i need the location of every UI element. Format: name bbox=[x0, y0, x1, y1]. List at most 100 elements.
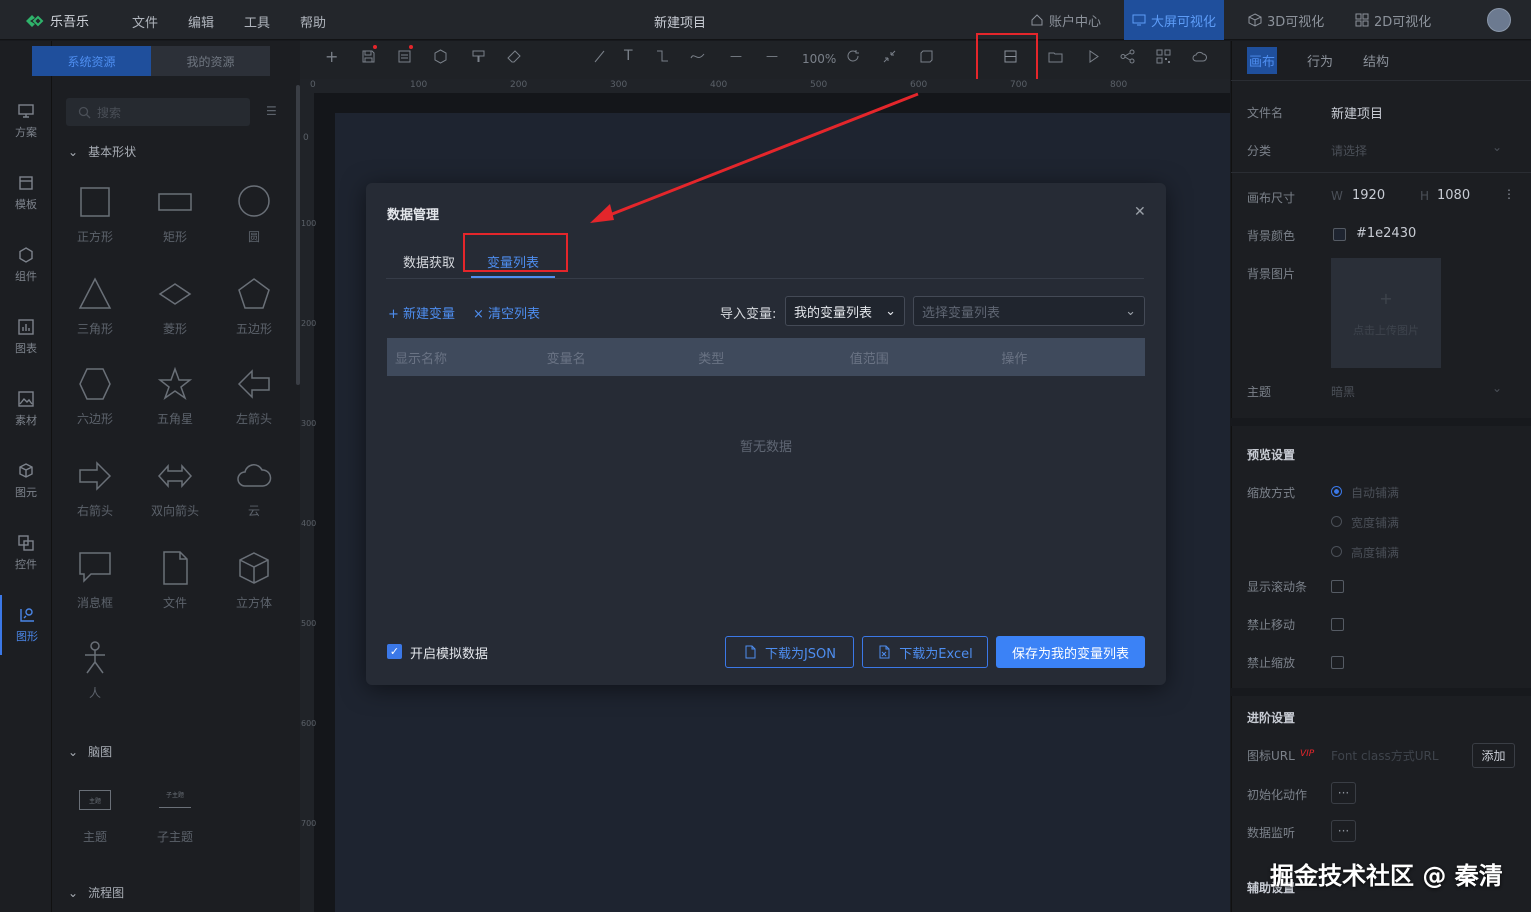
more-vert-icon[interactable]: ⋮ bbox=[1503, 187, 1515, 201]
variable-list-select[interactable]: 选择变量列表 ⌄ bbox=[913, 296, 1145, 326]
show-scrollbar-checkbox[interactable] bbox=[1331, 580, 1344, 593]
shape-triangle[interactable]: 三角形 bbox=[60, 276, 130, 356]
nav-control[interactable]: 控件 bbox=[0, 523, 52, 583]
data-monitor-button[interactable]: ··· bbox=[1331, 820, 1356, 842]
shape-person[interactable]: 人 bbox=[60, 640, 130, 720]
tab-structure[interactable]: 结构 bbox=[1363, 51, 1389, 70]
tab-canvas[interactable]: 画布 bbox=[1247, 47, 1278, 74]
library-search-input[interactable]: 搜索 bbox=[66, 98, 250, 126]
nav-component[interactable]: 组件 bbox=[0, 235, 52, 295]
shape-message[interactable]: 消息框 bbox=[60, 550, 130, 630]
share-icon[interactable] bbox=[1120, 49, 1135, 67]
nav-element[interactable]: 图元 bbox=[0, 451, 52, 511]
bgcolor-value[interactable]: #1e2430 bbox=[1356, 226, 1416, 241]
shape-pentagon[interactable]: 五边形 bbox=[219, 276, 289, 356]
section-basic-shapes[interactable]: ⌄ 基本形状 bbox=[68, 143, 136, 160]
download-excel-button[interactable]: 下载为Excel bbox=[862, 636, 988, 668]
ruler-y-tick: 500 bbox=[301, 619, 317, 628]
component-icon[interactable] bbox=[433, 49, 448, 67]
add-icon-url-button[interactable]: 添加 bbox=[1472, 743, 1515, 768]
disable-zoom-checkbox[interactable] bbox=[1331, 656, 1344, 669]
canvas-width-input[interactable]: 1920 bbox=[1352, 188, 1385, 203]
close-icon[interactable]: ✕ bbox=[1134, 204, 1146, 220]
scale-auto-radio[interactable] bbox=[1331, 486, 1342, 497]
filename-input[interactable]: 新建项目 bbox=[1331, 103, 1383, 122]
menu-file[interactable]: 文件 bbox=[132, 12, 158, 31]
scale-width-radio[interactable] bbox=[1331, 516, 1342, 527]
dash-line-icon[interactable]: — bbox=[730, 49, 742, 63]
theme-select[interactable]: 暗黑 bbox=[1331, 383, 1355, 400]
menu-tools[interactable]: 工具 bbox=[244, 12, 270, 31]
tab-data-fetch[interactable]: 数据获取 bbox=[403, 252, 455, 271]
vis2d-tab[interactable]: 2D可视化 bbox=[1347, 0, 1439, 40]
shape-cube[interactable]: 立方体 bbox=[219, 550, 289, 630]
divider bbox=[1231, 688, 1531, 696]
app-logo[interactable]: 乐吾乐 bbox=[24, 11, 89, 30]
mind-subtopic[interactable]: 子主题 子主题 bbox=[140, 784, 210, 864]
my-variable-list-select[interactable]: 我的变量列表 ⌄ bbox=[785, 296, 905, 326]
nav-plan[interactable]: 方案 bbox=[0, 91, 52, 151]
icon-url-input[interactable]: Font class方式URL bbox=[1331, 747, 1439, 764]
category-select[interactable]: 请选择 bbox=[1331, 142, 1367, 159]
tab-behavior[interactable]: 行为 bbox=[1307, 51, 1333, 70]
list-menu-icon[interactable]: ☰ bbox=[266, 104, 277, 118]
add-icon[interactable]: + bbox=[325, 47, 338, 66]
mock-data-checkbox[interactable]: ✓ bbox=[387, 644, 402, 659]
avatar[interactable] bbox=[1487, 8, 1511, 32]
folder-icon[interactable] bbox=[1048, 49, 1063, 67]
frame-icon[interactable] bbox=[919, 49, 934, 67]
menu-edit[interactable]: 编辑 bbox=[188, 12, 214, 31]
shape-square[interactable]: 正方形 bbox=[60, 184, 130, 264]
nav-shape[interactable]: 图形 bbox=[0, 595, 52, 655]
clear-list-button[interactable]: × 清空列表 bbox=[473, 303, 540, 322]
shape-cloud[interactable]: 云 bbox=[219, 458, 289, 538]
shape-left-arrow[interactable]: 左箭头 bbox=[219, 366, 289, 446]
nav-material[interactable]: 素材 bbox=[0, 379, 52, 439]
zoom-level[interactable]: 100% bbox=[802, 52, 836, 66]
canvas-height-input[interactable]: 1080 bbox=[1437, 188, 1470, 203]
shape-star[interactable]: 五角星 bbox=[140, 366, 210, 446]
shape-hexagon[interactable]: 六边形 bbox=[60, 366, 130, 446]
scale-height-radio[interactable] bbox=[1331, 546, 1342, 557]
cloud-icon[interactable] bbox=[1192, 49, 1207, 67]
control-icon bbox=[18, 535, 34, 551]
shape-diamond[interactable]: 菱形 bbox=[140, 276, 210, 356]
mind-topic[interactable]: 主题 主题 bbox=[60, 784, 130, 864]
section-flowchart[interactable]: ⌄ 流程图 bbox=[68, 884, 124, 901]
bigscreen-tab[interactable]: 大屏可视化 bbox=[1124, 0, 1224, 40]
text-icon[interactable]: T bbox=[624, 48, 633, 64]
eraser-icon[interactable] bbox=[507, 49, 522, 67]
vis3d-tab[interactable]: 3D可视化 bbox=[1240, 0, 1332, 40]
play-icon[interactable] bbox=[1086, 49, 1101, 67]
solid-line-icon[interactable]: — bbox=[766, 49, 778, 63]
download-json-button[interactable]: 下载为JSON bbox=[725, 636, 854, 668]
shape-rectangle[interactable]: 矩形 bbox=[140, 184, 210, 264]
bgimage-upload[interactable]: + 点击上传图片 bbox=[1331, 258, 1441, 368]
document-icon[interactable] bbox=[397, 49, 412, 67]
init-action-button[interactable]: ··· bbox=[1331, 782, 1356, 804]
my-resources-tab[interactable]: 我的资源 bbox=[151, 46, 270, 76]
shrink-icon[interactable] bbox=[882, 49, 897, 67]
init-action-label: 初始化动作 bbox=[1247, 788, 1308, 802]
save-icon[interactable] bbox=[361, 49, 376, 67]
shape-file[interactable]: 文件 bbox=[140, 550, 210, 630]
nav-chart[interactable]: 图表 bbox=[0, 307, 52, 367]
system-resources-tab[interactable]: 系统资源 bbox=[32, 46, 151, 76]
refresh-icon[interactable] bbox=[846, 49, 861, 67]
format-brush-icon[interactable] bbox=[471, 49, 486, 67]
curve-icon[interactable] bbox=[690, 49, 705, 67]
section-mindmap[interactable]: ⌄ 脑图 bbox=[68, 743, 112, 760]
line-icon[interactable] bbox=[592, 49, 607, 67]
save-variable-list-button[interactable]: 保存为我的变量列表 bbox=[996, 636, 1145, 668]
shape-circle[interactable]: 圆 bbox=[219, 184, 289, 264]
new-variable-button[interactable]: + 新建变量 bbox=[388, 303, 455, 322]
qrcode-icon[interactable] bbox=[1156, 49, 1171, 67]
bgcolor-swatch[interactable] bbox=[1333, 228, 1346, 241]
polyline-icon[interactable] bbox=[655, 49, 670, 67]
shape-double-arrow[interactable]: 双向箭头 bbox=[140, 458, 210, 538]
disable-move-checkbox[interactable] bbox=[1331, 618, 1344, 631]
nav-template[interactable]: 模板 bbox=[0, 163, 52, 223]
menu-help[interactable]: 帮助 bbox=[300, 12, 326, 31]
shape-star-label: 五角星 bbox=[156, 412, 193, 426]
shape-right-arrow[interactable]: 右箭头 bbox=[60, 458, 130, 538]
